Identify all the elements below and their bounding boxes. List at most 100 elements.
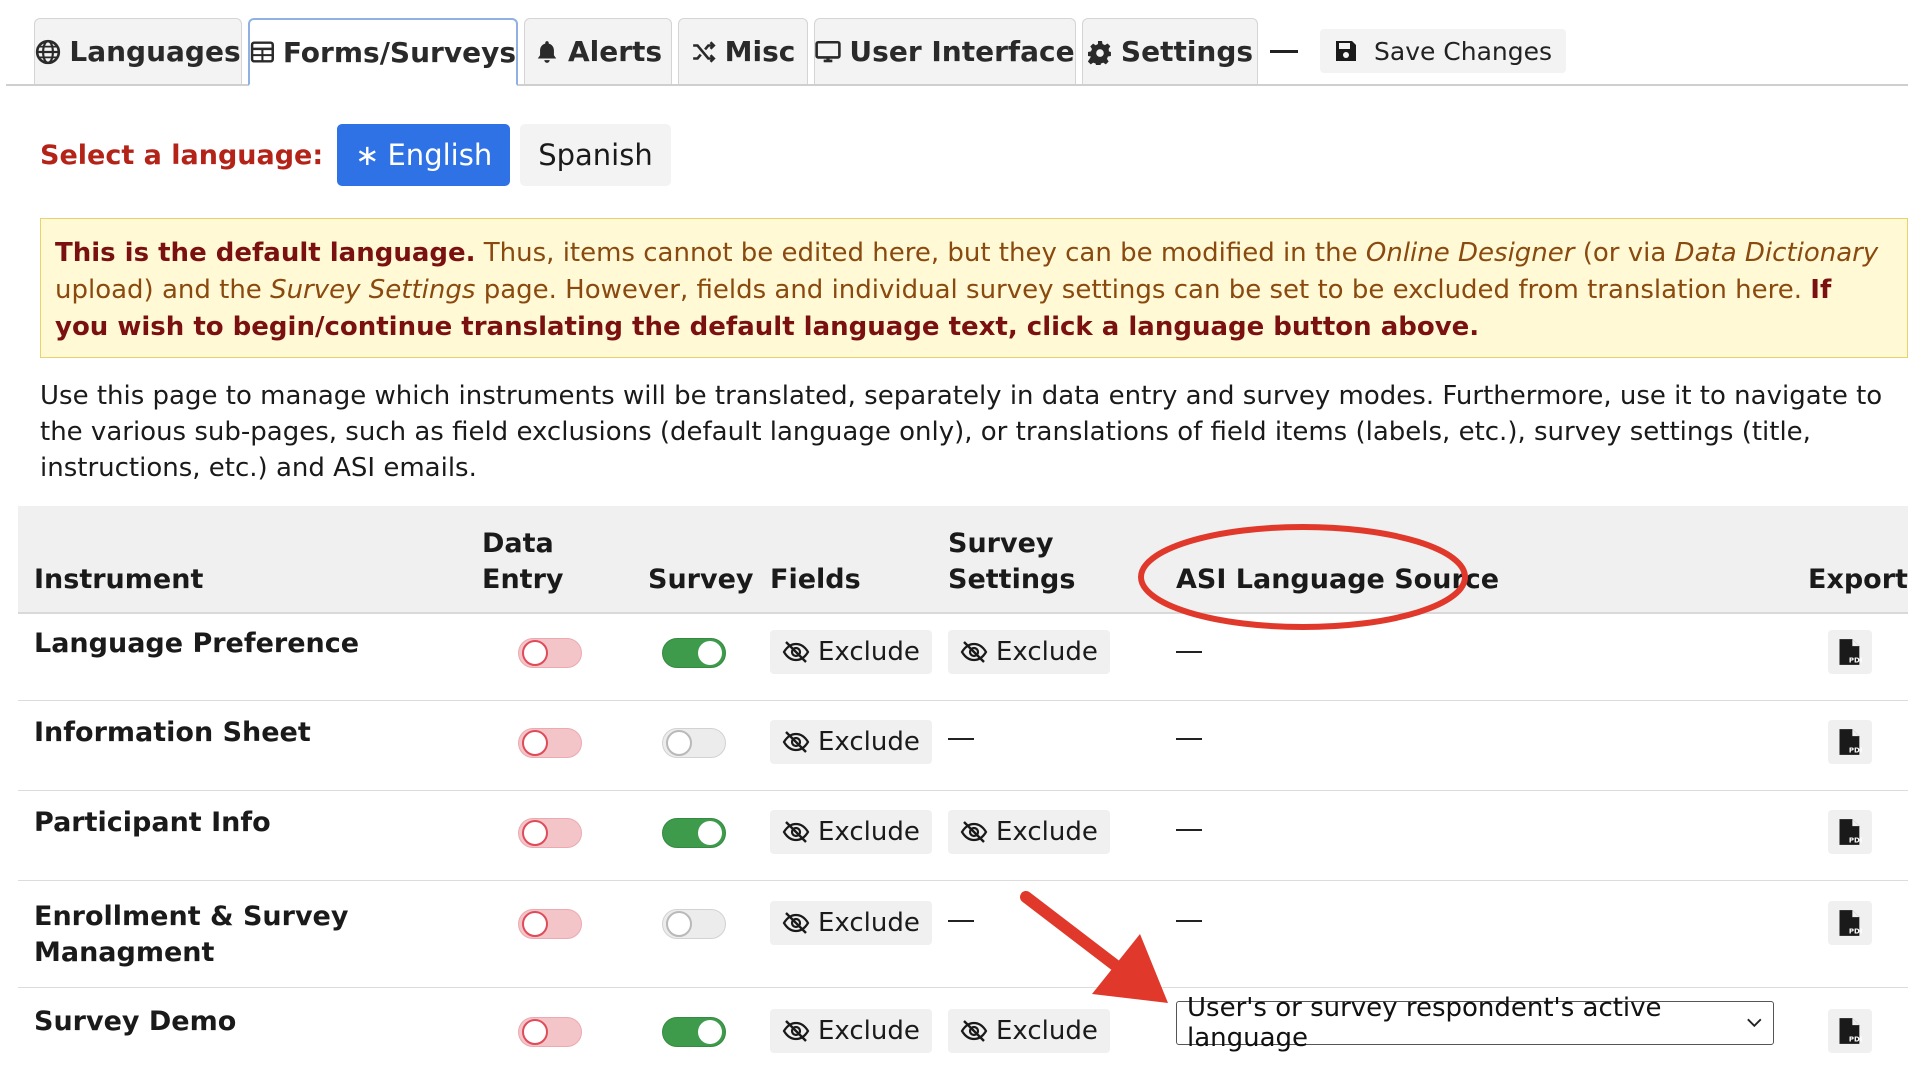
export-pdf-button[interactable]: PDF xyxy=(1828,901,1872,945)
data-entry-toggle[interactable] xyxy=(518,728,582,758)
language-button-english[interactable]: ∗ English xyxy=(337,124,511,186)
default-marker-icon: ∗ xyxy=(355,138,380,172)
tab-misc[interactable]: Misc xyxy=(678,18,808,84)
header-instrument: Instrument xyxy=(34,564,204,595)
survey-settings-exclude-button[interactable]: Exclude xyxy=(948,810,1110,854)
exclude-label: Exclude xyxy=(818,727,920,757)
pdf-file-icon: PDF xyxy=(1839,729,1862,755)
tab-settings[interactable]: Settings xyxy=(1082,18,1258,84)
survey-toggle[interactable] xyxy=(662,638,726,668)
table-row: Language Preference Exclude Exclude PDF xyxy=(18,612,1908,701)
tab-alerts[interactable]: Alerts xyxy=(524,18,672,84)
notice-text: (or via xyxy=(1574,238,1675,268)
exclude-label: Exclude xyxy=(818,817,920,847)
instrument-name-line: Enrollment & Survey xyxy=(34,901,349,932)
notice-text: Thus, items cannot be edited here, but t… xyxy=(475,238,1366,268)
survey-settings-exclude-button[interactable]: Exclude xyxy=(948,630,1110,674)
survey-toggle[interactable] xyxy=(662,728,726,758)
notice-italic: Survey Settings xyxy=(270,275,476,305)
gear-icon xyxy=(1087,40,1111,65)
data-entry-toggle[interactable] xyxy=(518,818,582,848)
eye-slash-icon xyxy=(782,821,810,843)
asi-select-value: User's or survey respondent's active lan… xyxy=(1187,993,1662,1053)
notice-bold-start: This is the default language. xyxy=(55,238,476,268)
eye-slash-icon xyxy=(782,731,810,753)
export-pdf-button[interactable]: PDF xyxy=(1828,720,1872,764)
header-survey: Survey xyxy=(648,564,754,595)
header-survey-settings: Survey Settings xyxy=(948,526,1075,598)
floppy-icon xyxy=(1336,41,1356,61)
export-pdf-button[interactable]: PDF xyxy=(1828,630,1872,674)
notice-text: page. However, fields and individual sur… xyxy=(475,275,1811,305)
survey-toggle[interactable] xyxy=(662,818,726,848)
header-asi-language-source: ASI Language Source xyxy=(1176,564,1500,595)
notice-italic: Online Designer xyxy=(1365,238,1575,268)
tab-forms-surveys[interactable]: Forms/Surveys xyxy=(248,18,518,86)
save-area: Save Changes xyxy=(1270,29,1567,73)
fields-exclude-button[interactable]: Exclude xyxy=(770,810,932,854)
globe-icon xyxy=(36,39,61,64)
tab-label: User Interface xyxy=(849,35,1075,68)
asi-empty-dash xyxy=(1176,920,1202,922)
survey-settings-empty-dash xyxy=(948,738,974,740)
svg-text:PDF: PDF xyxy=(1849,1036,1862,1044)
header-text: Data xyxy=(482,528,554,559)
language-button-label: English xyxy=(387,138,493,172)
survey-toggle[interactable] xyxy=(662,1017,726,1047)
fields-exclude-button[interactable]: Exclude xyxy=(770,901,932,945)
asi-empty-dash xyxy=(1176,829,1202,831)
tab-label: Settings xyxy=(1120,35,1254,68)
asi-empty-dash xyxy=(1176,651,1202,653)
instrument-name: Participant Info xyxy=(34,807,271,838)
header-text: Entry xyxy=(482,564,564,595)
exclude-label: Exclude xyxy=(818,1016,920,1046)
export-pdf-button[interactable]: PDF xyxy=(1828,810,1872,854)
instrument-name: Language Preference xyxy=(34,628,360,659)
asi-language-source-select[interactable]: User's or survey respondent's active lan… xyxy=(1176,993,1774,1053)
pdf-file-icon: PDF xyxy=(1839,910,1862,936)
svg-text:PDF: PDF xyxy=(1849,657,1862,665)
page-description: Use this page to manage which instrument… xyxy=(40,381,1883,483)
exclude-label: Exclude xyxy=(818,908,920,938)
eye-slash-icon xyxy=(782,1020,810,1042)
eye-slash-icon xyxy=(960,1020,988,1042)
pdf-file-icon: PDF xyxy=(1839,1018,1862,1044)
table-row: Enrollment & Survey Managment Exclude PD… xyxy=(18,881,1908,988)
separator-dash xyxy=(1270,49,1298,53)
default-language-notice: This is the default language. Thus, item… xyxy=(40,218,1908,358)
language-selector: Select a language: ∗ English Spanish xyxy=(40,124,671,186)
tab-user-interface[interactable]: User Interface xyxy=(814,18,1076,84)
data-entry-toggle[interactable] xyxy=(518,638,582,668)
tab-languages[interactable]: Languages xyxy=(34,18,242,84)
notice-italic: Data Dictionary xyxy=(1674,238,1879,268)
tab-label: Misc xyxy=(724,35,796,68)
shuffle-icon xyxy=(692,40,716,63)
language-select-label: Select a language: xyxy=(40,139,324,171)
data-entry-toggle[interactable] xyxy=(518,909,582,939)
language-button-spanish[interactable]: Spanish xyxy=(520,124,671,186)
instrument-name-line: Managment xyxy=(34,937,215,968)
export-pdf-button[interactable]: PDF xyxy=(1828,1009,1872,1053)
svg-text:PDF: PDF xyxy=(1849,837,1862,845)
exclude-label: Exclude xyxy=(996,1016,1098,1046)
fields-exclude-button[interactable]: Exclude xyxy=(770,630,932,674)
exclude-label: Exclude xyxy=(996,637,1098,667)
survey-settings-exclude-button[interactable]: Exclude xyxy=(948,1009,1110,1053)
eye-slash-icon xyxy=(960,821,988,843)
svg-text:PDF: PDF xyxy=(1849,747,1862,755)
data-entry-toggle[interactable] xyxy=(518,1017,582,1047)
fields-exclude-button[interactable]: Exclude xyxy=(770,720,932,764)
save-changes-button[interactable]: Save Changes xyxy=(1320,29,1567,73)
header-text: Settings xyxy=(948,564,1076,595)
pdf-file-icon: PDF xyxy=(1839,819,1862,845)
asi-empty-dash xyxy=(1176,738,1202,740)
fields-exclude-button[interactable]: Exclude xyxy=(770,1009,932,1053)
pdf-file-icon: PDF xyxy=(1839,639,1862,665)
instrument-name: Survey Demo xyxy=(34,1006,237,1037)
exclude-label: Exclude xyxy=(996,817,1098,847)
survey-toggle[interactable] xyxy=(662,909,726,939)
eye-slash-icon xyxy=(782,912,810,934)
tab-bar: Languages Forms/Surveys Alerts Misc User… xyxy=(6,0,1908,86)
svg-text:PDF: PDF xyxy=(1849,928,1862,936)
table-header: Instrument Data Entry Survey Fields Surv… xyxy=(18,506,1908,614)
